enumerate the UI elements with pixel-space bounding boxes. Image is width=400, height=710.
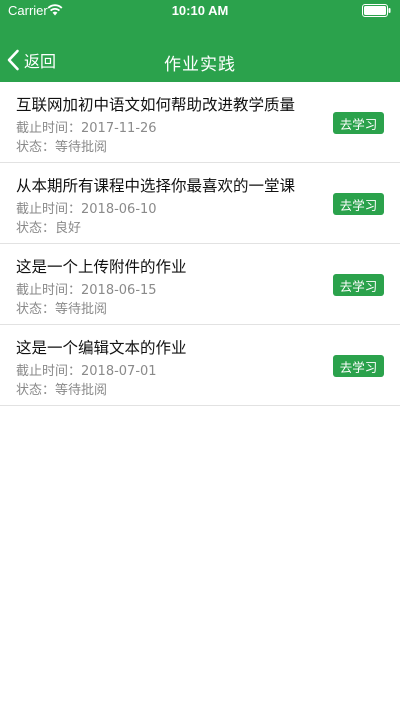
study-button[interactable]: 去学习	[333, 193, 384, 215]
assignment-status: 状态：等待批阅	[16, 383, 108, 398]
clock: 10:10 AM	[171, 3, 229, 18]
list-item[interactable]: 从本期所有课程中选择你最喜欢的一堂课 截止时间：2018-06-10 状态：良好…	[0, 163, 400, 244]
assignment-title: 从本期所有课程中选择你最喜欢的一堂课	[16, 177, 296, 195]
status-bar: Carrier 10:10 AM	[0, 0, 400, 22]
assignment-title: 这是一个编辑文本的作业	[16, 339, 187, 357]
list-item[interactable]: 这是一个上传附件的作业 截止时间：2018-06-15 状态：等待批阅 去学习	[0, 244, 400, 325]
assignment-deadline: 截止时间：2017-11-26	[16, 121, 157, 136]
assignment-status: 状态：良好	[16, 221, 82, 236]
assignment-deadline: 截止时间：2018-07-01	[16, 364, 157, 379]
header: Carrier 10:10 AM 返回 作业实践	[0, 0, 400, 82]
assignment-list: 互联网加初中语文如何帮助改进教学质量 截止时间：2017-11-26 状态：等待…	[0, 82, 400, 406]
navigation-bar: 返回 作业实践	[0, 40, 400, 80]
page-title: 作业实践	[164, 55, 236, 75]
assignment-title: 这是一个上传附件的作业	[16, 258, 187, 276]
list-item[interactable]: 互联网加初中语文如何帮助改进教学质量 截止时间：2017-11-26 状态：等待…	[0, 82, 400, 163]
assignment-status: 状态：等待批阅	[16, 302, 108, 317]
study-button[interactable]: 去学习	[333, 355, 384, 377]
study-button[interactable]: 去学习	[333, 112, 384, 134]
assignment-deadline: 截止时间：2018-06-15	[16, 283, 157, 298]
assignment-status: 状态：等待批阅	[16, 140, 108, 155]
assignment-deadline: 截止时间：2018-06-10	[16, 202, 157, 217]
study-button[interactable]: 去学习	[333, 274, 384, 296]
battery-icon	[362, 4, 391, 17]
assignment-title: 互联网加初中语文如何帮助改进教学质量	[16, 96, 296, 114]
list-item[interactable]: 这是一个编辑文本的作业 截止时间：2018-07-01 状态：等待批阅 去学习	[0, 325, 400, 406]
